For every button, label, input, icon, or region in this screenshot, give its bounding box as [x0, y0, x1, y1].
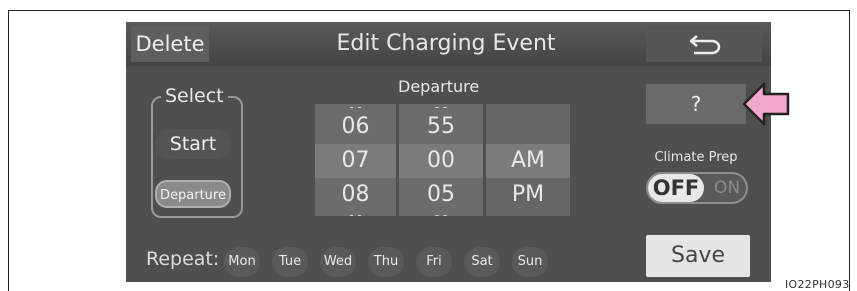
day-button-fri[interactable]: Fri — [416, 247, 452, 277]
day-button-sat[interactable]: Sat — [464, 247, 500, 277]
repeat-label: Repeat: — [146, 248, 220, 270]
hour-option[interactable]: 06 — [315, 114, 396, 139]
day-button-sun[interactable]: Sun — [512, 247, 548, 277]
climate-prep-label: Climate Prep — [654, 150, 738, 165]
day-button-mon[interactable]: Mon — [224, 247, 260, 277]
hour-option-selected[interactable]: 07 — [315, 148, 396, 173]
page-title: Edit Charging Event — [336, 31, 556, 56]
picker-fragment: - - — [349, 208, 362, 216]
top-bar: Delete Edit Charging Event — [126, 22, 771, 66]
picker-fragment: - - — [349, 104, 362, 114]
back-button[interactable] — [646, 26, 762, 62]
image-code-label: IO22PH093 — [785, 278, 850, 291]
start-button[interactable]: Start — [155, 129, 231, 159]
back-arrow-icon — [689, 35, 721, 55]
picker-fragment: - - — [434, 208, 448, 216]
minute-option[interactable]: 05 — [399, 182, 483, 207]
minute-option[interactable]: 55 — [399, 114, 483, 139]
day-button-tue[interactable]: Tue — [272, 247, 308, 277]
charging-event-screen: Delete Edit Charging Event Departure Sel… — [126, 22, 771, 282]
toggle-on-state[interactable]: ON — [708, 174, 746, 202]
departure-button[interactable]: Departure — [155, 180, 231, 208]
delete-button[interactable]: Delete — [131, 26, 209, 62]
hour-option[interactable]: 08 — [315, 182, 396, 207]
day-button-thu[interactable]: Thu — [368, 247, 404, 277]
climate-prep-toggle[interactable]: OFF ON — [646, 172, 748, 204]
toggle-off-state[interactable]: OFF — [648, 174, 704, 202]
minute-picker[interactable]: - - 55 00 05 - - — [399, 104, 483, 216]
pointer-arrow-icon — [742, 82, 790, 126]
minute-option-selected[interactable]: 00 — [399, 148, 483, 173]
picker-fragment: - - — [434, 104, 448, 114]
ampm-picker[interactable]: AM PM — [486, 104, 570, 216]
save-button[interactable]: Save — [646, 235, 750, 277]
ampm-option[interactable]: PM — [486, 182, 570, 207]
day-button-wed[interactable]: Wed — [320, 247, 356, 277]
help-button[interactable]: ? — [646, 84, 746, 124]
departure-section-label: Departure — [398, 77, 480, 96]
select-group-label: Select — [161, 85, 228, 107]
hour-picker[interactable]: - - 06 07 08 - - — [315, 104, 396, 216]
ampm-option-selected[interactable]: AM — [486, 148, 570, 173]
